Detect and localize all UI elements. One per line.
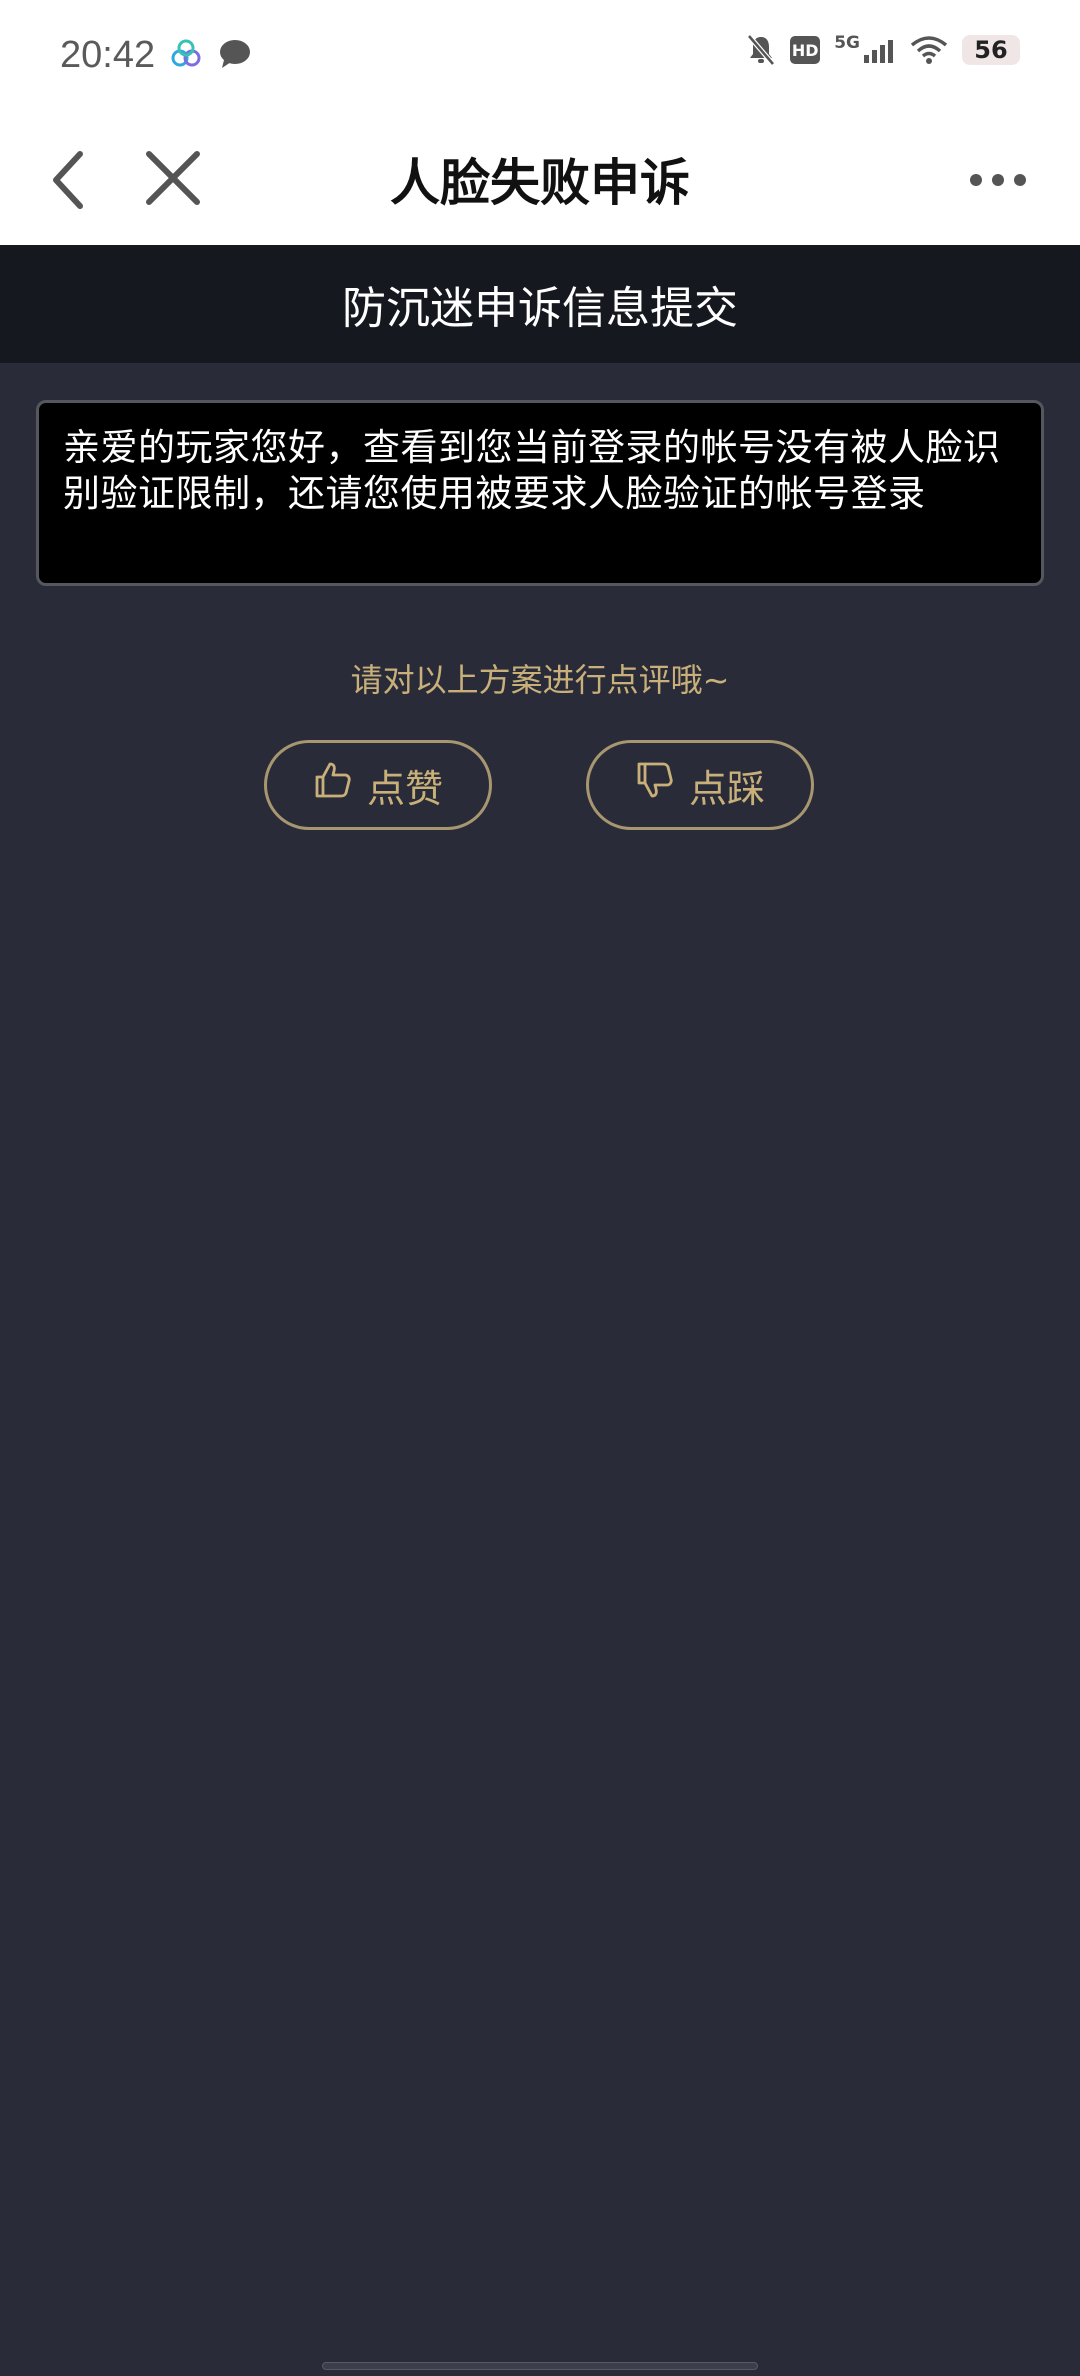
page-title: 人脸失败申诉: [390, 154, 690, 212]
nav-bar: 人脸失败申诉: [0, 115, 1080, 245]
thumbs-up-icon: [313, 760, 353, 810]
network-type-label: 5G: [834, 33, 860, 53]
hd-icon: HD: [790, 36, 821, 64]
banner-title: 防沉迷申诉信息提交: [342, 283, 738, 334]
rating-prompt: 请对以上方案进行点评哦~: [350, 661, 730, 699]
like-label: 点赞: [366, 768, 443, 811]
message-text: 亲爱的玩家您好，查看到您当前登录的帐号没有被人脸识别验证限制，还请您使用被要求人…: [63, 426, 1001, 515]
status-time: 20:42: [60, 34, 156, 76]
status-right-icons: HD 5G 56: [746, 33, 1020, 66]
dislike-label: 点踩: [688, 768, 765, 811]
link-app-icon: [168, 38, 204, 74]
home-indicator[interactable]: [322, 2362, 758, 2370]
thumbs-down-icon: [635, 760, 675, 810]
signal-icon: [862, 35, 896, 65]
section-banner: 防沉迷申诉信息提交: [0, 245, 1080, 363]
dislike-button[interactable]: 点踩: [586, 740, 814, 830]
message-box: 亲爱的玩家您好，查看到您当前登录的帐号没有被人脸识别验证限制，还请您使用被要求人…: [36, 400, 1044, 586]
status-bar: 20:42 HD 5G 56: [0, 0, 1080, 115]
status-left-icons: [168, 38, 252, 74]
chat-bubble-icon: [218, 38, 252, 74]
like-button[interactable]: 点赞: [264, 740, 492, 830]
more-dots-icon[interactable]: [960, 140, 1040, 220]
mute-bell-icon: [746, 34, 776, 66]
battery-icon: 56: [962, 35, 1020, 65]
wifi-icon: [910, 35, 948, 65]
app-root: 20:42 HD 5G 56 人脸失败申诉 防沉迷申诉信息提交 亲爱的玩家您好，…: [0, 0, 1080, 2376]
